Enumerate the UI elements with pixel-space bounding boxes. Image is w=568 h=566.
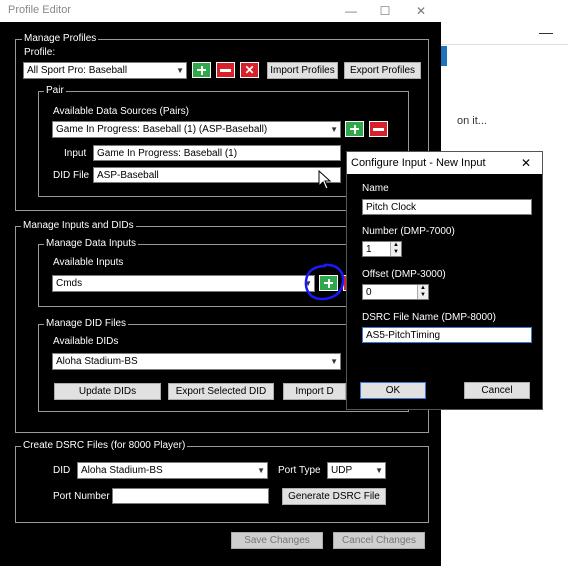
- chevron-down-icon: ▼: [176, 66, 184, 75]
- spin-down-icon[interactable]: ▼: [390, 249, 401, 256]
- data-sources-select-value: Game In Progress: Baseball (1) (ASP-Base…: [56, 124, 268, 135]
- dialog-offset-stepper[interactable]: 0 ▲ ▼: [362, 284, 429, 300]
- dialog-name-label: Name: [362, 183, 389, 194]
- annotation-circle: [304, 263, 345, 301]
- dialog-number-label: Number (DMP-7000): [362, 226, 455, 237]
- dialog-dsrc-field[interactable]: AS5-PitchTiming: [362, 327, 532, 343]
- create-dsrc-label: Create DSRC Files (for 8000 Player): [21, 440, 188, 452]
- background-snippet: on it...: [457, 115, 487, 127]
- port-number-label: Port Number: [53, 491, 110, 502]
- dialog-number-value: 1: [366, 244, 372, 255]
- port-type-select[interactable]: UDP ▼: [327, 462, 386, 479]
- available-dids-select[interactable]: Aloha Stadium-BS ▼: [52, 353, 341, 370]
- cancel-changes-button[interactable]: Cancel Changes: [333, 532, 425, 549]
- spin-up-icon[interactable]: ▲: [417, 285, 428, 292]
- background-divider: [441, 44, 568, 45]
- delete-profile-icon[interactable]: ✕: [240, 62, 259, 78]
- did-file-field[interactable]: ASP-Baseball: [93, 167, 341, 183]
- dsrc-did-select-value: Aloha Stadium-BS: [81, 465, 163, 476]
- dialog-title: Configure Input - New Input: [351, 157, 486, 169]
- window-title: Profile Editor: [8, 4, 71, 16]
- manage-did-files-label: Manage DID Files: [44, 318, 129, 330]
- chevron-down-icon: ▼: [257, 466, 265, 475]
- available-inputs-select-value: Cmds: [56, 278, 83, 289]
- available-inputs-label: Available Inputs: [53, 257, 124, 268]
- export-selected-did-button[interactable]: Export Selected DID: [168, 383, 274, 400]
- chevron-down-icon: ▼: [375, 466, 383, 475]
- close-button[interactable]: ✕: [404, 0, 438, 22]
- dialog-ok-button[interactable]: OK: [360, 382, 426, 399]
- export-profiles-button[interactable]: Export Profiles: [344, 62, 421, 79]
- manage-inputs-label: Manage Inputs and DIDs: [21, 220, 136, 232]
- dialog-cancel-button[interactable]: Cancel: [464, 382, 530, 399]
- background-accent: [441, 46, 447, 66]
- dsrc-did-select[interactable]: Aloha Stadium-BS ▼: [77, 462, 268, 479]
- title-bar: Profile Editor — ☐ ✕: [0, 0, 441, 22]
- chevron-down-icon: ▼: [330, 125, 338, 134]
- import-profiles-button[interactable]: Import Profiles: [267, 62, 338, 79]
- dsrc-did-label: DID: [53, 465, 71, 476]
- profile-select[interactable]: All Sport Pro: Baseball ▼: [23, 62, 187, 79]
- dialog-number-stepper[interactable]: 1 ▲ ▼: [362, 241, 402, 257]
- remove-profile-icon[interactable]: [216, 62, 235, 78]
- dialog-offset-value: 0: [366, 287, 372, 298]
- profile-select-value: All Sport Pro: Baseball: [27, 65, 128, 76]
- available-dids-select-value: Aloha Stadium-BS: [56, 356, 138, 367]
- did-file-label: DID File: [53, 170, 90, 181]
- port-number-field[interactable]: [112, 488, 269, 504]
- dialog-close-button[interactable]: ✕: [521, 156, 531, 170]
- manage-data-inputs-label: Manage Data Inputs: [44, 238, 139, 250]
- maximize-button[interactable]: ☐: [368, 0, 402, 22]
- dialog-offset-label: Offset (DMP-3000): [362, 269, 446, 280]
- update-dids-button[interactable]: Update DIDs: [54, 383, 161, 400]
- available-data-sources-label: Available Data Sources (Pairs): [53, 106, 189, 117]
- dialog-dsrc-label: DSRC File Name (DMP-8000): [362, 312, 496, 323]
- port-type-select-value: UDP: [331, 465, 353, 476]
- dialog-title-bar: Configure Input - New Input ✕: [347, 152, 542, 174]
- spin-up-icon[interactable]: ▲: [390, 242, 401, 249]
- pair-label: Pair: [44, 85, 66, 97]
- chevron-down-icon: ▼: [330, 357, 338, 366]
- configure-input-dialog: Configure Input - New Input ✕ Name Pitch…: [346, 151, 543, 410]
- save-changes-button[interactable]: Save Changes: [231, 532, 323, 549]
- remove-pair-icon[interactable]: [369, 121, 388, 137]
- port-type-label: Port Type: [278, 465, 321, 476]
- mouse-cursor-icon: [318, 170, 332, 190]
- add-profile-icon[interactable]: [192, 62, 211, 78]
- manage-profiles-label: Manage Profiles: [22, 33, 99, 45]
- data-sources-select[interactable]: Game In Progress: Baseball (1) (ASP-Base…: [52, 121, 341, 138]
- available-inputs-select[interactable]: Cmds ▼: [52, 275, 315, 292]
- generate-dsrc-button[interactable]: Generate DSRC File: [282, 488, 386, 505]
- import-did-button[interactable]: Import D: [283, 383, 346, 400]
- input-label: Input: [64, 148, 87, 159]
- available-dids-label: Available DIDs: [53, 336, 119, 347]
- input-field[interactable]: Game In Progress: Baseball (1): [93, 145, 341, 161]
- background-minimize-icon[interactable]: [539, 33, 553, 34]
- spin-down-icon[interactable]: ▼: [417, 292, 428, 299]
- add-pair-icon[interactable]: [345, 121, 364, 137]
- minimize-button[interactable]: —: [334, 0, 368, 22]
- profile-label: Profile:: [24, 47, 56, 58]
- create-dsrc-group: [15, 446, 429, 523]
- dialog-name-field[interactable]: Pitch Clock: [362, 199, 532, 215]
